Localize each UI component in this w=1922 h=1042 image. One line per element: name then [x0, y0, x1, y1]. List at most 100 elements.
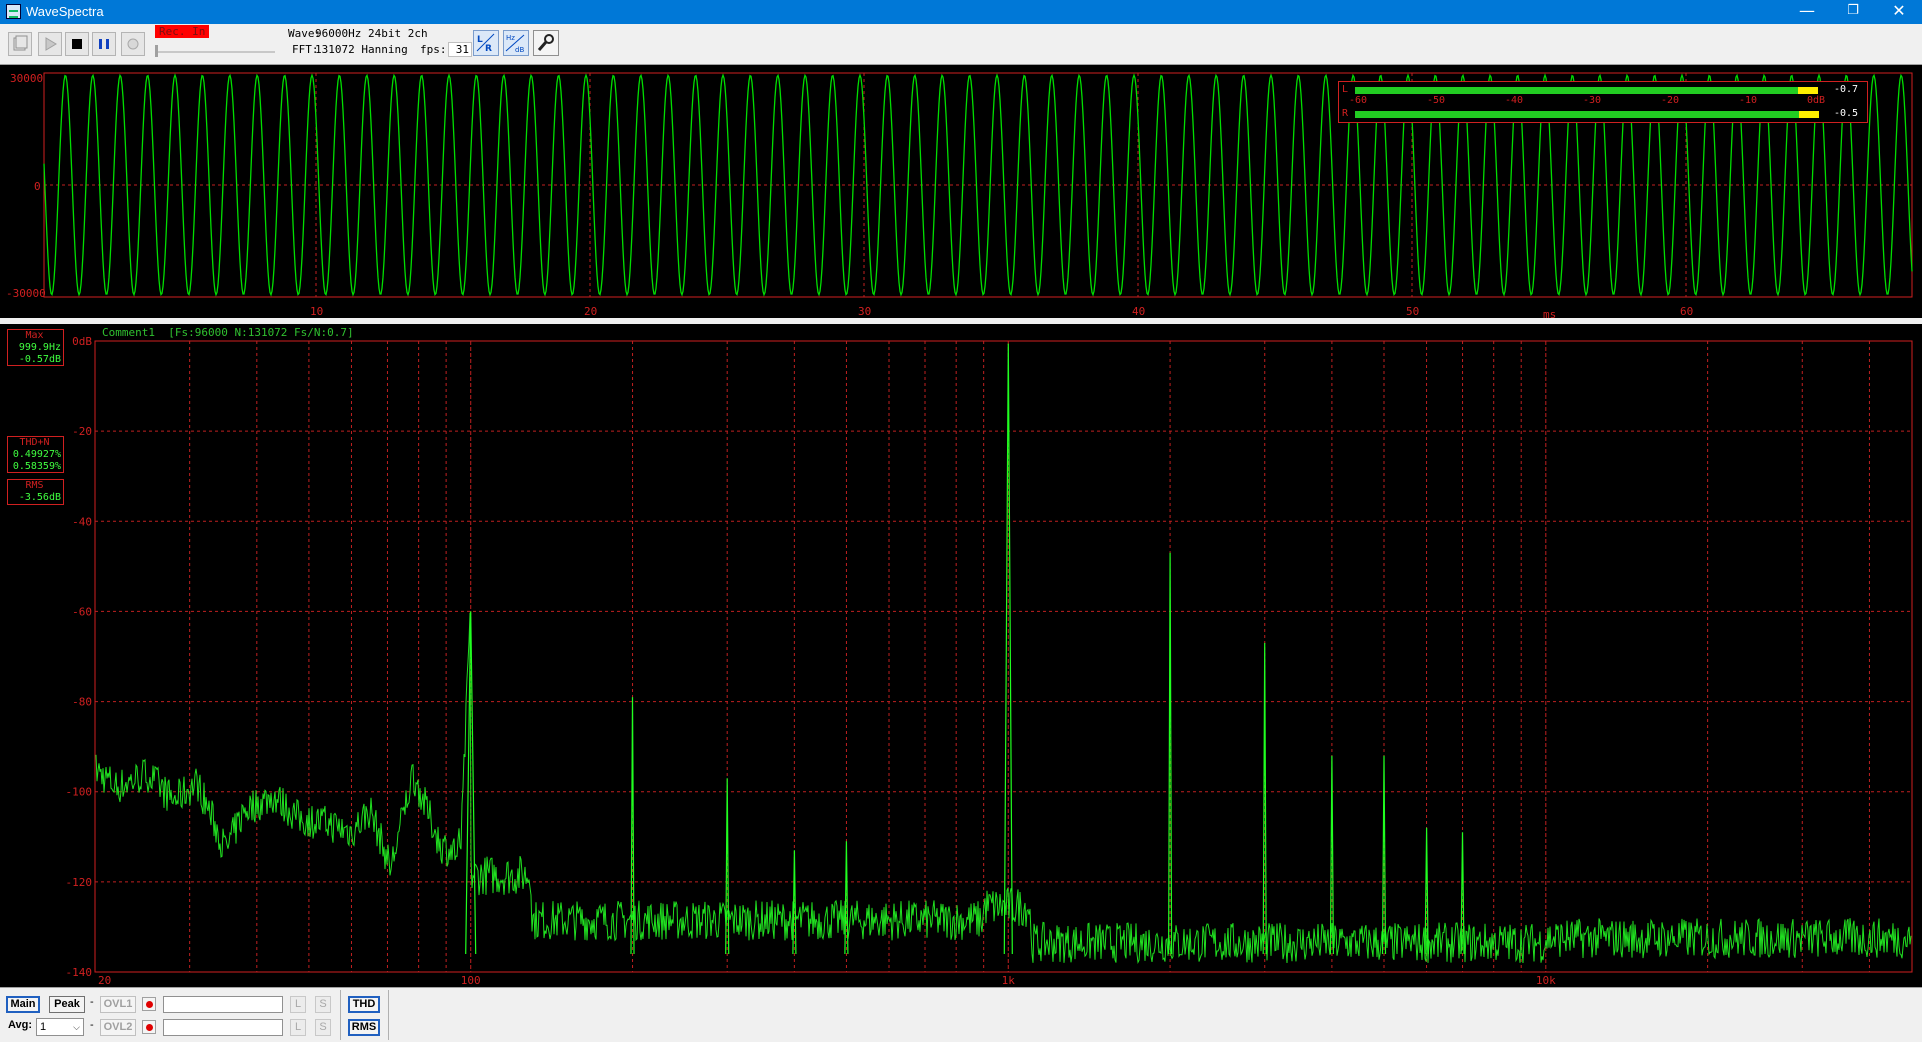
fft-setting-value: 131072 Hanning	[315, 43, 408, 56]
wave-xtick-50: 50	[1406, 305, 1420, 318]
bottom-bar: Main Peak - OVL1 L S THD Avg: 1 ⌵ - OVL2…	[0, 987, 1922, 1042]
wave-ytick-bottom: -30000	[6, 287, 46, 300]
meter-left-peak	[1798, 87, 1818, 94]
spectrum-noise-trace	[95, 612, 1912, 964]
wave-xtick-40: 40	[1132, 305, 1146, 318]
pause-icon	[99, 39, 109, 49]
close-button[interactable]: ✕	[1876, 0, 1922, 24]
slider-thumb[interactable]	[155, 45, 158, 57]
slider-track	[155, 51, 275, 53]
thd-info-box: THD+N 0.49927% 0.58359%	[7, 436, 64, 473]
hz-db-scale-button[interactable]: Hz dB	[503, 30, 529, 56]
avg-select-value: 1	[40, 1021, 47, 1033]
hz-db-scale-icon: Hz dB	[505, 34, 524, 54]
lr-channel-icon: L R	[476, 33, 495, 54]
toolbar: Rec. In Wave: 96000Hz 24bit 2ch FFT: 131…	[0, 24, 1922, 65]
spectrum-xtick: 1k	[1002, 974, 1016, 987]
main-button[interactable]: Main	[6, 996, 40, 1013]
rec-in-label: Rec. In	[155, 25, 210, 38]
ovl1-record-icon[interactable]	[142, 997, 156, 1011]
meter-scale-60: -60	[1349, 95, 1368, 106]
minimize-button[interactable]: —	[1784, 0, 1830, 24]
max-info-box: Max 999.9Hz -0.57dB	[7, 329, 64, 366]
record-icon	[127, 38, 139, 50]
avg-label: Avg:	[8, 1019, 33, 1031]
meter-left-value: -0.7	[1834, 84, 1859, 95]
wave-xtick-10: 10	[310, 305, 324, 318]
svg-text:dB: dB	[515, 46, 524, 54]
meter-scale-10: -10	[1739, 95, 1758, 106]
meter-right-value: -0.5	[1834, 108, 1859, 119]
play-icon	[45, 37, 57, 51]
max-caption: Max	[25, 330, 44, 341]
max-level: -0.57dB	[18, 354, 61, 365]
stop-button[interactable]	[65, 32, 89, 56]
ovl2-save-button[interactable]: S	[315, 1019, 331, 1036]
level-meter: L -0.7 -60 -50 -40 -30 -20 -10 0dB R -0.…	[1338, 81, 1868, 123]
wrench-icon	[537, 34, 554, 51]
spectrum-ytick: -80	[72, 696, 92, 709]
open-file-button[interactable]	[8, 32, 32, 56]
fps-value: 31	[448, 42, 472, 57]
open-file-icon	[13, 35, 28, 51]
spectrum-ytick: -20	[72, 425, 92, 438]
wave-ytick-top: 30000	[10, 72, 44, 85]
spectrum-ytick: -100	[66, 786, 93, 799]
spectrum-ytick: -120	[66, 876, 93, 889]
ovl2-name-field[interactable]	[163, 1019, 283, 1036]
dash-1: -	[90, 996, 94, 1008]
wave-format-value: 96000Hz 24bit 2ch	[315, 27, 428, 40]
ovl2-button[interactable]: OVL2	[100, 1019, 136, 1036]
input-level-slider[interactable]	[155, 42, 275, 58]
thd-value-2: 0.58359%	[12, 461, 61, 472]
record-button[interactable]	[121, 32, 145, 56]
spectrum-plot: 0dB -20 -40 -60 -80 -100 -120 -140 20 100 1k 10k	[66, 335, 1913, 987]
rms-button[interactable]: RMS	[348, 1019, 380, 1036]
ovl2-load-button[interactable]: L	[290, 1019, 306, 1036]
ovl1-load-button[interactable]: L	[290, 996, 306, 1013]
play-button[interactable]	[38, 32, 62, 56]
meter-left-label: L	[1342, 84, 1349, 95]
dash-2: -	[90, 1019, 94, 1031]
bottom-divider-1	[340, 990, 341, 1040]
waveform-panel: 30000 0 -30000 10 20 30 40 50 ms 60 L -0…	[0, 65, 1922, 321]
peak-button[interactable]: Peak	[49, 996, 85, 1013]
avg-select[interactable]: 1 ⌵	[36, 1018, 84, 1036]
pause-button[interactable]	[92, 32, 116, 56]
stop-icon	[72, 39, 82, 49]
meter-scale-30: -30	[1583, 95, 1602, 106]
spectrum-peak	[725, 778, 730, 954]
settings-button[interactable]	[533, 30, 559, 56]
bottom-divider-2	[388, 990, 389, 1040]
spectrum-xtick: 100	[461, 974, 481, 987]
chevron-down-icon: ⌵	[73, 1022, 80, 1032]
spectrum-panel: 0dB -20 -40 -60 -80 -100 -120 -140 20 100 1k 10k	[0, 324, 1922, 987]
ovl1-name-field[interactable]	[163, 996, 283, 1013]
rms-caption: RMS	[25, 480, 44, 491]
ovl2-record-icon[interactable]	[142, 1020, 156, 1034]
wave-ytick-zero: 0	[34, 180, 41, 193]
title-bar: WaveSpectra — ❐ ✕	[0, 0, 1922, 24]
rms-info-box: RMS -3.56dB	[7, 479, 64, 505]
thd-caption: THD+N	[19, 437, 50, 448]
spectrum-peak	[792, 850, 797, 954]
spectrum-ytick: -40	[72, 515, 92, 528]
lr-channel-button[interactable]: L R	[473, 30, 499, 56]
wave-xtick-20: 20	[584, 305, 598, 318]
ovl1-save-button[interactable]: S	[315, 996, 331, 1013]
restore-button[interactable]: ❐	[1830, 0, 1876, 24]
thd-button[interactable]: THD	[348, 996, 380, 1013]
max-frequency: 999.9Hz	[18, 342, 61, 353]
spectrum-ytick: -60	[72, 605, 92, 618]
spectrum-ytick: 0dB	[72, 335, 92, 348]
meter-scale-50: -50	[1427, 95, 1446, 106]
spectrum-xtick: 10k	[1536, 974, 1556, 987]
spectrum-comment: Comment1 [Fs:96000 N:131072 Fs/N:0.7]	[102, 326, 354, 339]
svg-text:Hz: Hz	[506, 34, 515, 42]
wave-xtick-30: 30	[858, 305, 872, 318]
meter-scale-0: 0dB	[1807, 95, 1826, 106]
ovl1-button[interactable]: OVL1	[100, 996, 136, 1013]
thd-value-1: 0.49927%	[12, 449, 61, 460]
meter-scale-40: -40	[1505, 95, 1524, 106]
app-icon	[6, 4, 21, 19]
